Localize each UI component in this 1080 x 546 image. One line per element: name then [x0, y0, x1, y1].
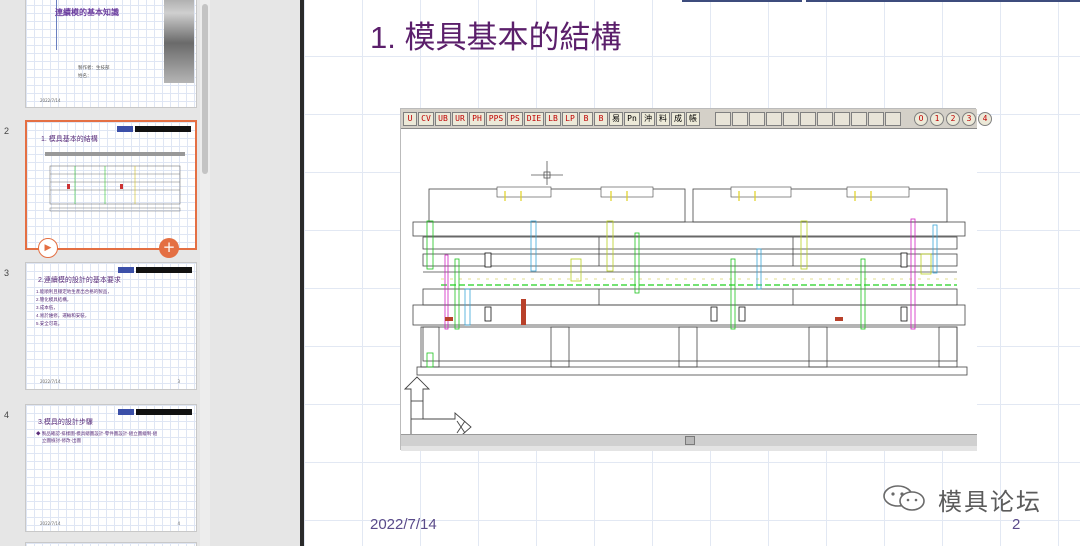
slide-title[interactable]: 1. 模具基本的結構: [370, 12, 621, 57]
cad-toolbar-button: UR: [452, 112, 468, 126]
cad-screenshot-image[interactable]: U CV UB UR PH PPS PS DIE LB LP B B 易 Pn 沖料成帳 O 1 2 3 4: [400, 108, 992, 451]
cad-tool-icon: [834, 112, 850, 126]
thumb-bullet: 4.易於維修，運輸和安裝，: [36, 313, 90, 318]
slide-number-2: 2: [4, 126, 10, 136]
cad-tool-icon: [885, 112, 901, 126]
thumb-header-band: [117, 126, 191, 132]
cad-tool-icon: [800, 112, 816, 126]
cad-status-bar: [401, 446, 977, 451]
cad-toolbar-button: B: [579, 112, 593, 126]
thumb-bullet: 立圖檢討-修改-出圖: [42, 438, 81, 443]
cad-toolbar-button: 料: [656, 112, 670, 126]
cad-toolbar-button: UB: [435, 112, 451, 126]
cover-subtitle-2: 姓名：: [78, 74, 92, 79]
cad-layer-button: O: [914, 112, 928, 126]
thumb-date: 2022/7/14: [40, 98, 61, 103]
cad-tool-icon: [732, 112, 748, 126]
cad-tool-icon: [817, 112, 833, 126]
wechat-icon: [883, 485, 925, 511]
thumb-bullet: 1.能順利且穩定地生產出合格的製品，: [36, 289, 112, 294]
cad-toolbar-button: LP: [562, 112, 578, 126]
add-slide-button[interactable]: +: [159, 238, 179, 258]
slide-number-3: 3: [4, 268, 10, 278]
slide-number-4: 4: [4, 410, 10, 420]
slide-page-number[interactable]: 2: [1012, 516, 1020, 533]
slide-thumbnail-pane: 連續模的基本知識 製作者：生技部 姓名： 2022/7/14 2 1. 模具基本…: [0, 0, 210, 546]
cad-tool-icon: [766, 112, 782, 126]
cad-drawing-canvas: [401, 129, 977, 442]
play-from-slide-button[interactable]: ▶: [38, 238, 58, 258]
thumb-page-number: 4: [177, 521, 180, 526]
cad-toolbar: U CV UB UR PH PPS PS DIE LB LP B B 易 Pn 沖料成帳 O 1 2 3 4: [401, 109, 992, 129]
slide-thumbnail-5[interactable]: [25, 542, 197, 546]
thumb-bullet: 2.簡化模具結構，: [36, 297, 72, 302]
slide-thumbnail-2[interactable]: 1. 模具基本的結構: [25, 120, 197, 250]
thumb-bullet: 5.安全可靠。: [36, 321, 63, 326]
cad-layer-button: 3: [962, 112, 976, 126]
cad-toolbar-button: PS: [507, 112, 523, 126]
cad-toolbar-button: 帳: [686, 112, 700, 126]
thumb-title: 3.模具的設計步驟: [38, 419, 93, 426]
cad-toolbar-button: PH: [469, 112, 485, 126]
cover-title: 連續模的基本知識: [55, 8, 119, 17]
cad-toolbar-button: 沖: [641, 112, 655, 126]
cad-toolbar-button: U: [403, 112, 417, 126]
cad-tool-icon: [851, 112, 867, 126]
thumb-title: 2.連續模的設計的基本要求: [38, 277, 121, 284]
cover-subtitle-1: 製作者：生技部: [78, 66, 110, 71]
thumb-page-number: 3: [177, 379, 180, 384]
watermark-text: 模具论坛: [938, 488, 1042, 516]
cad-toolbar-button: 成: [671, 112, 685, 126]
cad-toolbar-button: DIE: [524, 112, 544, 126]
cad-toolbar-button: PPS: [486, 112, 506, 126]
cad-toolbar-button: 易: [609, 112, 623, 126]
die-assembly-drawing: [403, 161, 968, 442]
thumb-date: 2022/7/14: [40, 379, 61, 384]
cad-tool-icon: [749, 112, 765, 126]
thumb-bullet: 3.成本低，: [36, 305, 58, 310]
slide-header-bar: [806, 0, 1080, 2]
cad-toolbar-button: LB: [545, 112, 561, 126]
thumb-cad-preview: [45, 152, 185, 212]
thumbnail-scrollbar[interactable]: [200, 0, 210, 546]
cad-layer-button: 4: [978, 112, 992, 126]
thumb-title: 1. 模具基本的結構: [41, 136, 98, 143]
slide-date[interactable]: 2022/7/14: [370, 516, 437, 533]
cad-layer-button: 1: [930, 112, 944, 126]
slide-thumbnail-4[interactable]: 3.模具的設計步驟 ◆ 製品確認-排樣圖-模具總圖設計-零件圖設計-組立圖繪制-…: [25, 404, 197, 532]
thumb-bullet: ◆ 製品確認-排樣圖-模具總圖設計-零件圖設計-組立圖繪制-組: [36, 431, 158, 436]
cad-tool-icon: [783, 112, 799, 126]
thumb-header-band: [118, 267, 192, 273]
slide-thumbnail-1[interactable]: 連續模的基本知識 製作者：生技部 姓名： 2022/7/14: [25, 0, 197, 108]
cover-photo: [164, 0, 194, 83]
cad-tool-icon: [868, 112, 884, 126]
cad-toolbar-button: Pn: [624, 112, 640, 126]
thumb-header-band: [118, 409, 192, 415]
cad-tool-icon: [715, 112, 731, 126]
slide-thumbnail-3[interactable]: 2.連續模的設計的基本要求 1.能順利且穩定地生產出合格的製品， 2.簡化模具結…: [25, 262, 197, 390]
cad-toolbar-button: B: [594, 112, 608, 126]
thumb-date: 2022/7/14: [40, 521, 61, 526]
cad-toolbar-button: CV: [418, 112, 434, 126]
cad-layer-button: 2: [946, 112, 960, 126]
cad-horizontal-scrollbar: [401, 434, 977, 446]
slide-header-bar: [682, 0, 802, 2]
scrollbar-thumb[interactable]: [202, 4, 208, 174]
presentation-app: 連續模的基本知識 製作者：生技部 姓名： 2022/7/14 2 1. 模具基本…: [0, 0, 1080, 546]
